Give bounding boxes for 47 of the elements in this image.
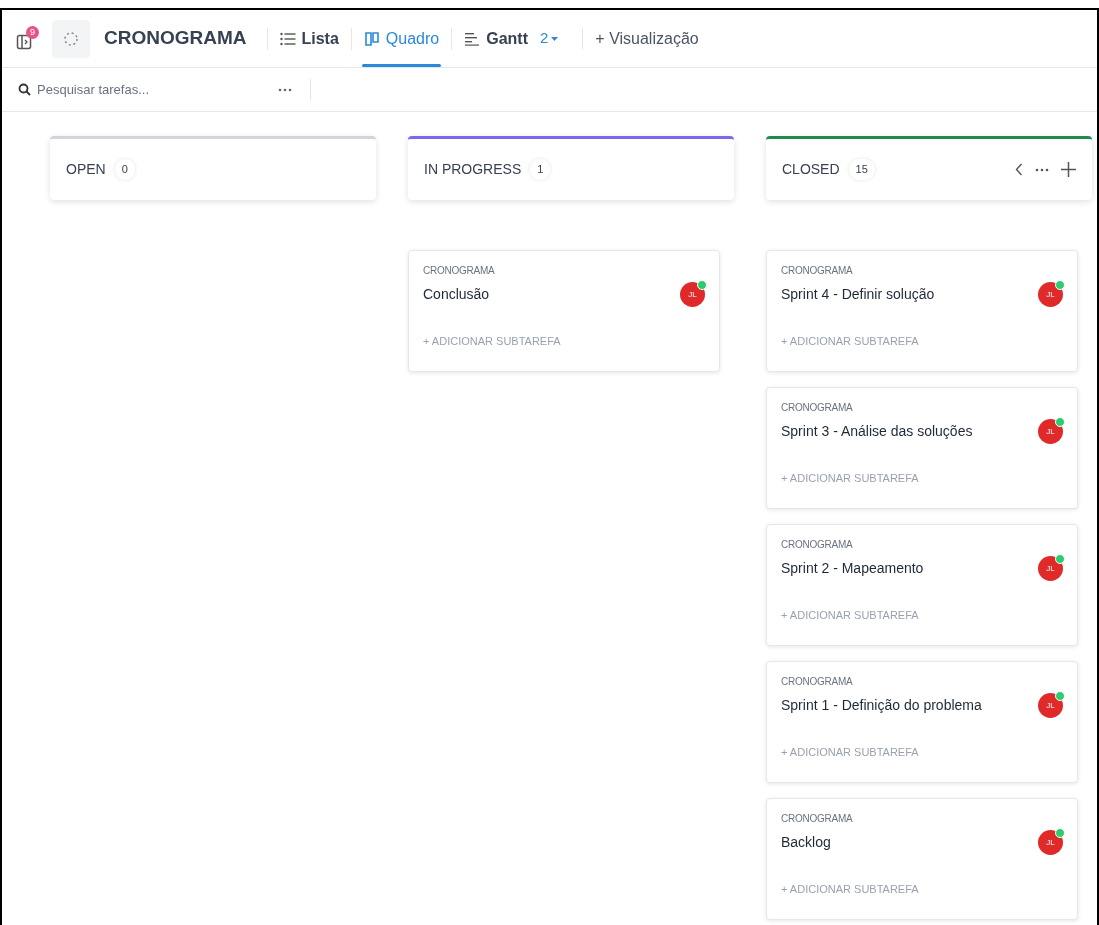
task-title: Sprint 4 - Definir solução [781, 285, 935, 304]
avatar: JL [1038, 556, 1063, 581]
task-title: Conclusão [423, 285, 490, 304]
avatar: JL [1038, 282, 1063, 307]
task-card[interactable]: CRONOGRAMA Sprint 2 - Mapeamento JL + ADICIONAR SUBTAREFA [766, 524, 1078, 646]
task-card[interactable]: CRONOGRAMA Sprint 3 - Análise das soluções JL + ADICIONAR SUBTAREFA [766, 387, 1078, 509]
avatar: JL [1038, 419, 1063, 444]
sidebar-toggle-button[interactable]: 9 [16, 25, 40, 52]
dotted-circle-icon [63, 30, 79, 47]
task-title: Backlog [781, 833, 831, 852]
sidebar-icon [16, 33, 32, 50]
search-icon [18, 83, 31, 96]
chevron-left-icon[interactable] [1015, 163, 1023, 176]
column-title: OPEN [66, 160, 106, 179]
view-tab[interactable]: Lista [277, 10, 341, 67]
list-icon [279, 31, 296, 46]
task-card[interactable]: CRONOGRAMA Sprint 1 - Definição do problema JL + ADICIONAR SUBTAREFA [766, 661, 1078, 783]
page-title: CRONOGRAMA [104, 26, 247, 51]
notification-badge: 9 [26, 25, 39, 39]
list-label: CRONOGRAMA [423, 264, 496, 278]
list-label: CRONOGRAMA [781, 812, 854, 826]
avatar: JL [680, 282, 705, 307]
task-card[interactable]: CRONOGRAMA Conclusão JL + ADICIONAR SUBTAREFA [408, 250, 720, 372]
more-icon[interactable] [278, 87, 292, 92]
search-field[interactable]: Pesquisar tarefas... [37, 79, 217, 100]
list-label: CRONOGRAMA [781, 675, 854, 689]
task-title: Sprint 3 - Análise das soluções [781, 422, 973, 441]
list-label: CRONOGRAMA [781, 264, 854, 278]
more-icon[interactable] [1035, 167, 1049, 172]
task-card[interactable]: CRONOGRAMA Backlog JL + ADICIONAR SUBTAREFA [766, 798, 1078, 920]
plus-icon[interactable] [1061, 162, 1076, 177]
gantt-icon [464, 31, 481, 46]
list-label: CRONOGRAMA [781, 401, 854, 415]
task-title: Sprint 2 - Mapeamento [781, 559, 924, 578]
column-title: CLOSED [782, 160, 840, 179]
caret-icon [551, 36, 559, 41]
avatar: JL [1038, 830, 1063, 855]
add-view-button[interactable]: + Visualização [595, 26, 699, 51]
list-label: CRONOGRAMA [781, 538, 854, 552]
avatar: JL [1038, 693, 1063, 718]
task-card[interactable]: CRONOGRAMA Sprint 4 - Definir solução JL + ADICIONAR SUBTAREFA [766, 250, 1078, 372]
board-icon [363, 30, 380, 47]
view-tab[interactable]: Gantt 2 [462, 10, 561, 67]
view-count-dropdown[interactable]: 2 [540, 27, 559, 50]
task-title: Sprint 1 - Definição do problema [781, 696, 982, 715]
column-title: IN PROGRESS [424, 160, 522, 179]
view-tab[interactable]: Quadro [361, 10, 442, 67]
